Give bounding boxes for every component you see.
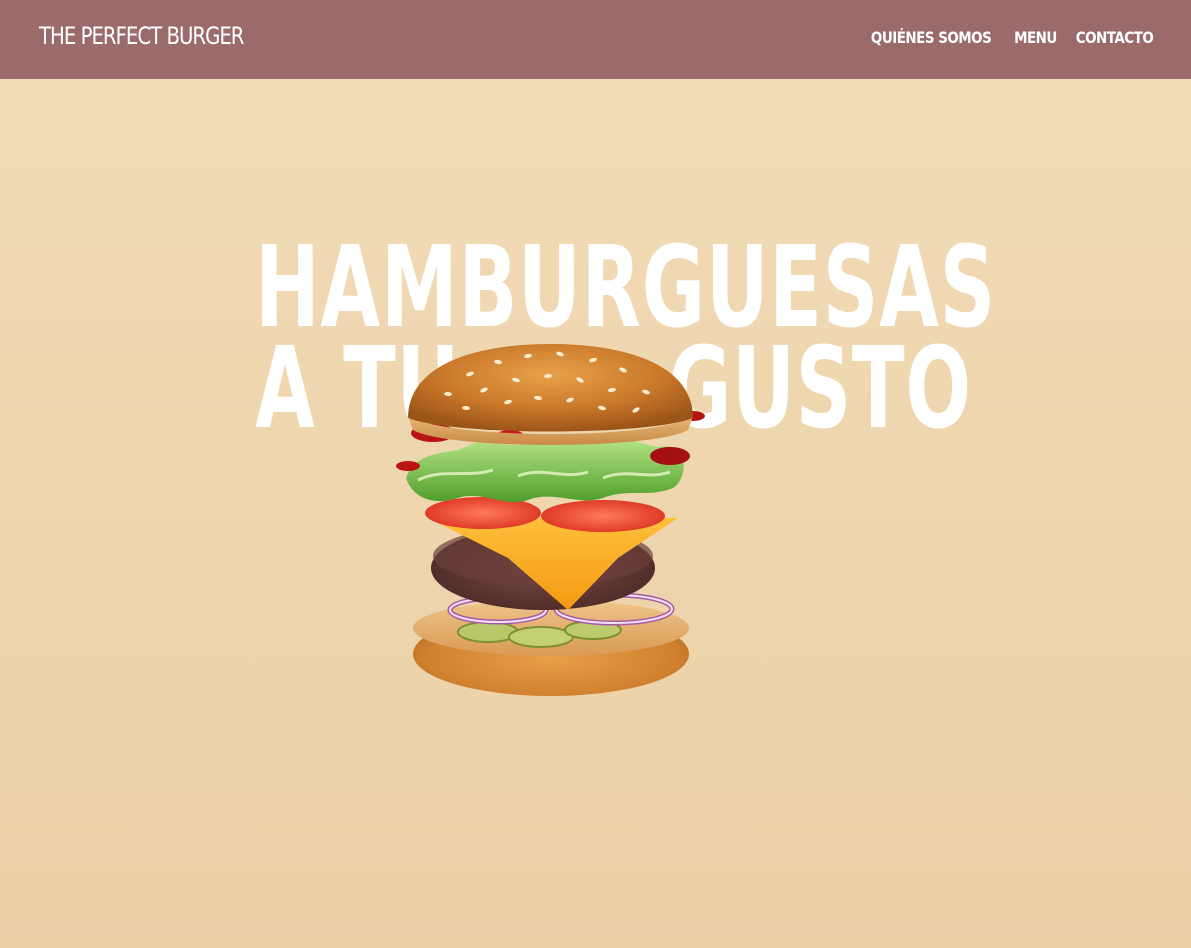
nav-link-contacto[interactable]: CONTACTO: [1076, 28, 1154, 47]
burger-image: [396, 344, 705, 696]
nav-link-quienes-somos[interactable]: QUIÉNES SOMOS: [871, 28, 992, 47]
navbar: THE PERFECT BURGER QUIÉNES SOMOS MENU CO…: [0, 0, 1191, 79]
nav-link-menu[interactable]: MENU: [1014, 28, 1057, 47]
brand-logo-link[interactable]: THE PERFECT BURGER: [39, 22, 244, 50]
